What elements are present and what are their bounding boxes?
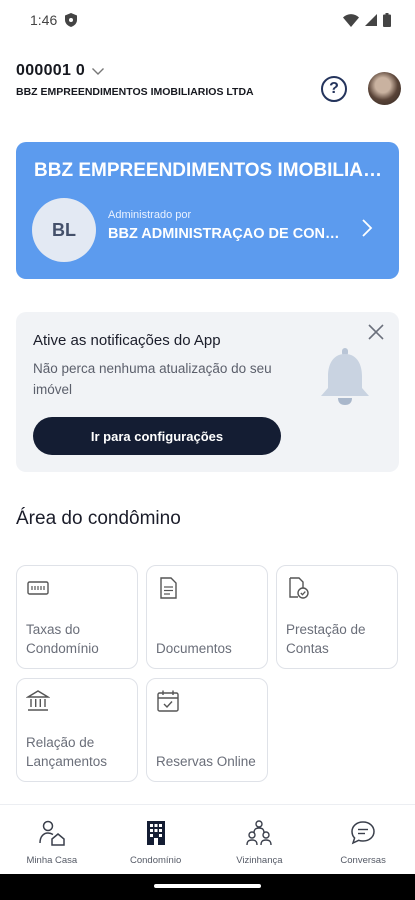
notification-card: Ative as notificações do App Não perca n… (16, 312, 399, 472)
section-title: Área do condômino (16, 508, 181, 529)
nav-label: Minha Casa (26, 855, 78, 866)
help-icon: ? (329, 80, 339, 97)
tile-documents[interactable]: Documentos (146, 565, 268, 669)
bank-icon (26, 690, 50, 711)
building-icon (146, 821, 165, 845)
chat-icon (351, 821, 375, 845)
neighbors-icon (246, 820, 273, 846)
tile-label: Documentos (156, 641, 232, 656)
chevron-right-icon (362, 219, 373, 237)
accountability-icon (289, 577, 309, 599)
account-selector[interactable]: 000001 0 (16, 62, 399, 80)
shield-icon (65, 13, 78, 27)
tile-label: Prestação de Contas (286, 622, 366, 656)
tile-condo-fees[interactable]: Taxas do Condomínio (16, 565, 138, 669)
nav-label: Condomínio (130, 855, 182, 866)
calendar-icon (157, 690, 179, 712)
nav-item-neighborhood[interactable]: Vizinhança (208, 805, 312, 874)
condo-title: BBZ EMPREENDIMENTOS IMOBILIARIOS LTDA (34, 160, 384, 181)
notification-title: Ative as notificações do App (33, 332, 221, 349)
bell-icon (321, 348, 369, 405)
battery-icon (383, 13, 391, 27)
avatar[interactable] (368, 72, 401, 105)
condo-card[interactable]: BBZ EMPREENDIMENTOS IMOBILIARIOS LTDA BL… (16, 142, 399, 279)
tile-label: Reservas Online (156, 754, 256, 769)
nav-label: Vizinhança (236, 855, 283, 866)
admin-name: BBZ ADMINISTRAÇAO DE CONDOMINIOS (108, 226, 348, 242)
signal-icon (365, 14, 377, 26)
tile-label: Relação de Lançamentos (26, 735, 108, 769)
account-name: BBZ EMPREENDIMENTOS IMOBILIARIOS LTDA (16, 86, 254, 98)
nav-item-condominium[interactable]: Condomínio (104, 805, 208, 874)
document-icon (160, 577, 177, 599)
wifi-icon (343, 13, 359, 27)
system-gesture-bar (0, 874, 415, 900)
admin-label: Administrado por (108, 209, 192, 221)
tile-accountability[interactable]: Prestação de Contas (276, 565, 398, 669)
fee-icon (27, 581, 49, 595)
close-icon[interactable] (366, 322, 386, 342)
go-to-settings-button[interactable]: Ir para configurações (33, 417, 281, 455)
condo-initials-avatar: BL (32, 198, 96, 262)
chevron-down-icon (92, 68, 105, 75)
account-header: 000001 0 BBZ EMPREENDIMENTOS IMOBILIARIO… (16, 62, 401, 122)
tile-online-reservations[interactable]: Reservas Online (146, 678, 268, 782)
bottom-navigation: Minha Casa Condomínio Vizinhança Convers… (0, 804, 415, 874)
nav-label: Conversas (340, 855, 386, 866)
help-button[interactable]: ? (321, 76, 347, 102)
tile-entries-list[interactable]: Relação de Lançamentos (16, 678, 138, 782)
status-bar: 1:46 (0, 0, 415, 40)
status-time: 1:46 (30, 12, 58, 28)
gesture-handle[interactable] (154, 884, 261, 888)
home-user-icon (39, 820, 65, 846)
notification-text: Não perca nenhuma atualização do seu imó… (33, 361, 272, 397)
nav-item-home[interactable]: Minha Casa (0, 805, 104, 874)
tile-label: Taxas do Condomínio (26, 622, 99, 656)
nav-item-conversations[interactable]: Conversas (311, 805, 415, 874)
account-id: 000001 0 (16, 62, 86, 79)
